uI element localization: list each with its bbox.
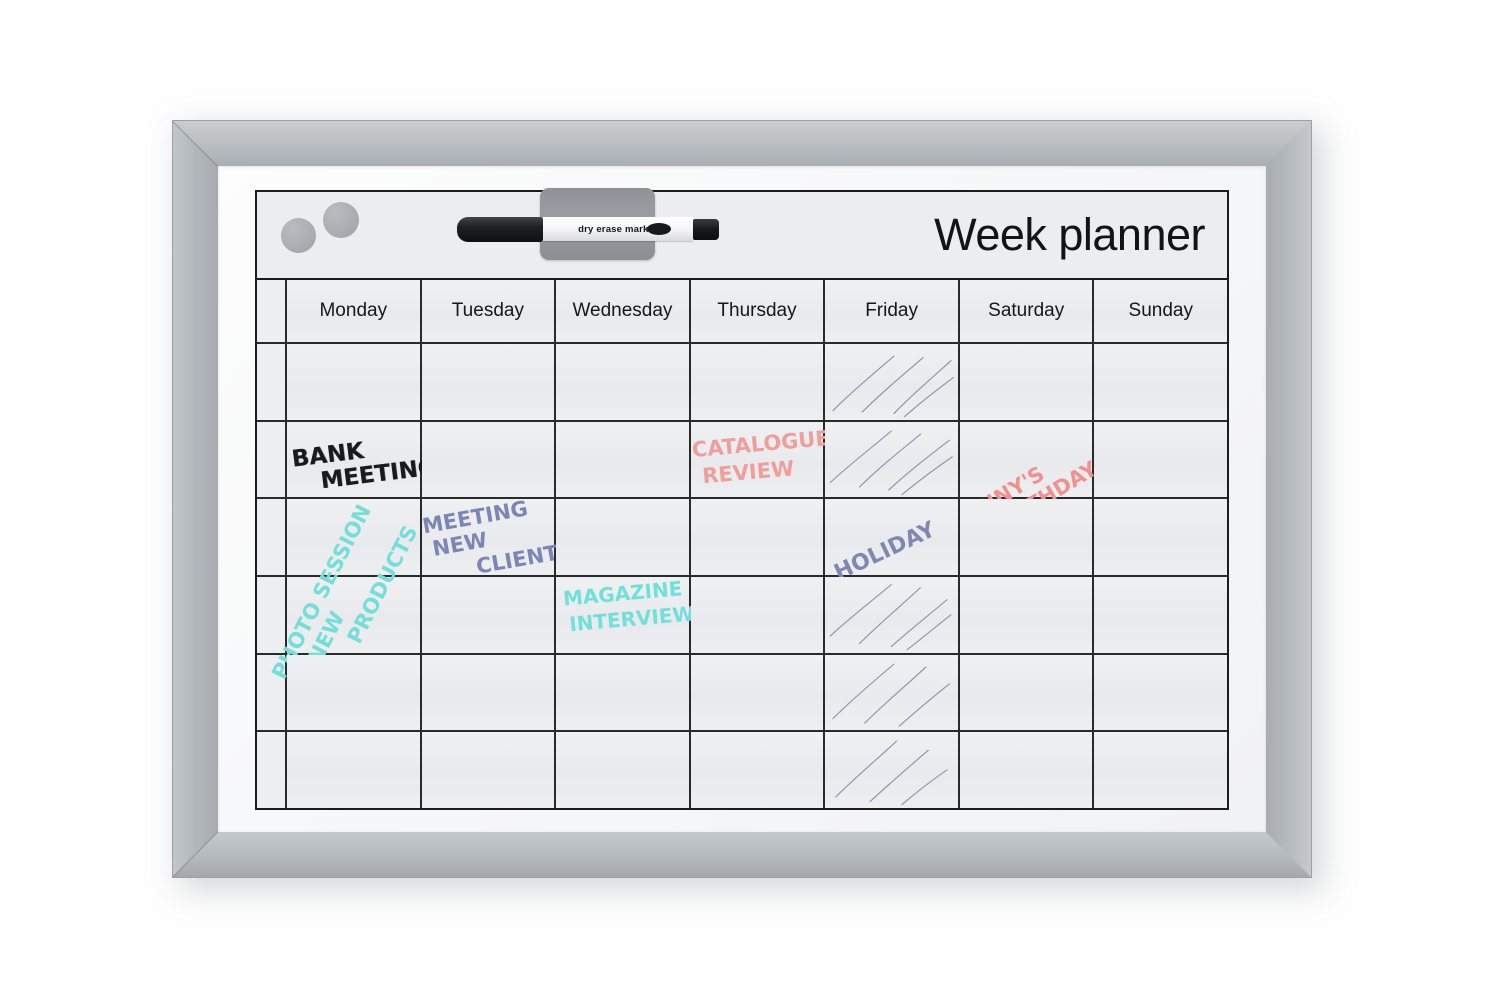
cell-wednesday-4[interactable]: MAGAZINE INTERVIEW xyxy=(556,576,696,653)
cell-sunday-5[interactable] xyxy=(1094,654,1228,731)
cell-wednesday-3[interactable] xyxy=(556,499,691,576)
day-header-label: Tuesday xyxy=(451,300,524,321)
marker-tip xyxy=(693,218,719,240)
cell-saturday-5[interactable] xyxy=(959,654,1095,731)
cell-friday-4[interactable] xyxy=(825,577,960,653)
cell-monday-1[interactable] xyxy=(287,344,422,420)
whiteboard-surface[interactable]: dry erase marker Week planner Monday Tue… xyxy=(218,166,1266,832)
dry-erase-marker[interactable]: dry erase marker xyxy=(457,216,719,242)
cell-thursday-1[interactable] xyxy=(690,344,826,420)
note-holiday: HOLIDAY xyxy=(830,517,940,587)
cell-saturday-6[interactable] xyxy=(959,732,1095,809)
cell-thursday-3[interactable] xyxy=(690,499,826,576)
cell-saturday-1[interactable] xyxy=(959,344,1095,420)
page-title: Week planner xyxy=(934,209,1205,260)
cell-wednesday-5[interactable] xyxy=(556,654,691,731)
cell-tuesday-2[interactable] xyxy=(421,421,557,498)
cell-monday-3[interactable] xyxy=(287,499,422,576)
day-header-label: Wednesday xyxy=(572,300,673,321)
planner-header-band: dry erase marker Week planner xyxy=(257,188,1227,280)
cell-saturday-3[interactable] xyxy=(959,499,1095,576)
marker-cap xyxy=(457,216,543,242)
row-gutter-cell xyxy=(257,732,287,809)
cell-tuesday-1[interactable] xyxy=(421,344,557,420)
cell-friday-6[interactable] xyxy=(825,732,960,809)
cell-sunday-1[interactable] xyxy=(1094,344,1228,420)
cell-friday-3[interactable]: HOLIDAY xyxy=(825,499,960,586)
frame-edge-bottom xyxy=(172,832,1312,878)
hatch-strokes xyxy=(825,732,958,808)
row-gutter-cell xyxy=(257,421,287,498)
day-header-label: Thursday xyxy=(717,300,797,321)
day-column-friday: Friday xyxy=(825,280,960,342)
cell-thursday-6[interactable] xyxy=(690,732,826,809)
hatch-strokes xyxy=(825,577,958,653)
note-meeting-new-client: MEETING NEW CLIENT xyxy=(420,496,560,579)
planner-grid: dry erase marker Week planner Monday Tue… xyxy=(255,188,1229,810)
cell-tuesday-4[interactable] xyxy=(421,577,557,653)
cell-tuesday-6[interactable] xyxy=(421,732,557,809)
day-column-saturday: Saturday xyxy=(959,280,1095,342)
row-gutter-cell xyxy=(257,344,287,420)
magnet-icon[interactable] xyxy=(323,202,359,238)
day-column-tuesday: Tuesday xyxy=(421,280,557,342)
cell-sunday-4[interactable] xyxy=(1094,577,1228,653)
row-gutter-cell xyxy=(257,654,287,731)
cell-tuesday-3[interactable]: MEETING NEW CLIENT xyxy=(420,497,560,579)
marker-label: dry erase marker xyxy=(578,223,658,235)
day-column-monday: Monday xyxy=(287,280,422,342)
cell-thursday-4[interactable] xyxy=(690,577,826,653)
row-gutter-cell xyxy=(257,280,287,342)
day-header-label: Friday xyxy=(865,300,918,321)
planner-row xyxy=(257,732,1228,809)
row-gutter-cell xyxy=(257,577,287,653)
hatch-strokes xyxy=(825,344,958,420)
planner-row xyxy=(257,344,1228,422)
cell-wednesday-1[interactable] xyxy=(556,344,691,420)
screenshot-stage: dry erase marker Week planner Monday Tue… xyxy=(0,0,1500,1000)
cell-sunday-6[interactable] xyxy=(1094,732,1228,809)
day-column-wednesday: Wednesday xyxy=(556,280,691,342)
cell-friday-5[interactable] xyxy=(825,654,960,731)
cell-saturday-4[interactable] xyxy=(959,577,1095,653)
cell-thursday-2[interactable]: CATALOGUE REVIEW xyxy=(691,421,830,498)
marker-barrel: dry erase marker xyxy=(543,217,693,241)
frame-edge-top xyxy=(172,120,1312,166)
cell-monday-5[interactable] xyxy=(287,654,422,731)
day-column-sunday: Sunday xyxy=(1094,280,1228,342)
cell-monday-4[interactable]: PHOTO SESSION NEW PRODUCTS xyxy=(267,501,422,683)
planner-row: PHOTO SESSION NEW PRODUCTS MAGAZINE INTE… xyxy=(257,501,1228,683)
magnet-icon[interactable] xyxy=(281,218,316,253)
hatch-strokes xyxy=(825,422,958,498)
day-header-label: Monday xyxy=(319,300,388,321)
day-header-label: Saturday xyxy=(988,300,1065,321)
cell-wednesday-6[interactable] xyxy=(556,732,691,809)
cell-saturday-2[interactable]: JENNY'S BIRTHDAY xyxy=(955,421,1101,538)
frame-edge-left xyxy=(172,120,218,878)
planner-row: MEETING NEW CLIENT HOLIDAY xyxy=(257,497,1228,586)
hatch-strokes xyxy=(825,655,958,731)
cell-friday-2[interactable] xyxy=(825,421,960,498)
cell-wednesday-2[interactable] xyxy=(556,421,691,498)
cell-sunday-2[interactable] xyxy=(1094,421,1228,498)
note-catalogue-review: CATALOGUE REVIEW xyxy=(690,425,831,489)
cell-sunday-3[interactable] xyxy=(1094,499,1228,576)
row-gutter-cell xyxy=(257,499,287,576)
day-header-label: Sunday xyxy=(1128,300,1193,321)
cell-friday-1[interactable] xyxy=(825,344,960,420)
planner-row: BANK MEETING CATALOGUE REVIEW JENNY'S BI… xyxy=(257,421,1228,538)
frame-edge-right xyxy=(1266,120,1312,878)
day-column-thursday: Thursday xyxy=(690,280,826,342)
whiteboard-frame: dry erase marker Week planner Monday Tue… xyxy=(172,120,1312,878)
cell-monday-2[interactable]: BANK MEETING xyxy=(287,421,438,498)
day-header-row: Monday Tuesday Wednesday Thursday Friday xyxy=(257,280,1228,344)
cell-thursday-5[interactable] xyxy=(690,654,826,731)
note-bank-meeting: BANK MEETING xyxy=(290,437,439,495)
marker-logo-icon xyxy=(647,223,671,235)
cell-tuesday-5[interactable] xyxy=(421,654,557,731)
cell-monday-6[interactable] xyxy=(287,732,422,809)
note-magazine-interview: MAGAZINE INTERVIEW xyxy=(562,576,696,637)
planner-body: Monday Tuesday Wednesday Thursday Friday xyxy=(257,280,1228,809)
planner-row xyxy=(257,654,1228,733)
